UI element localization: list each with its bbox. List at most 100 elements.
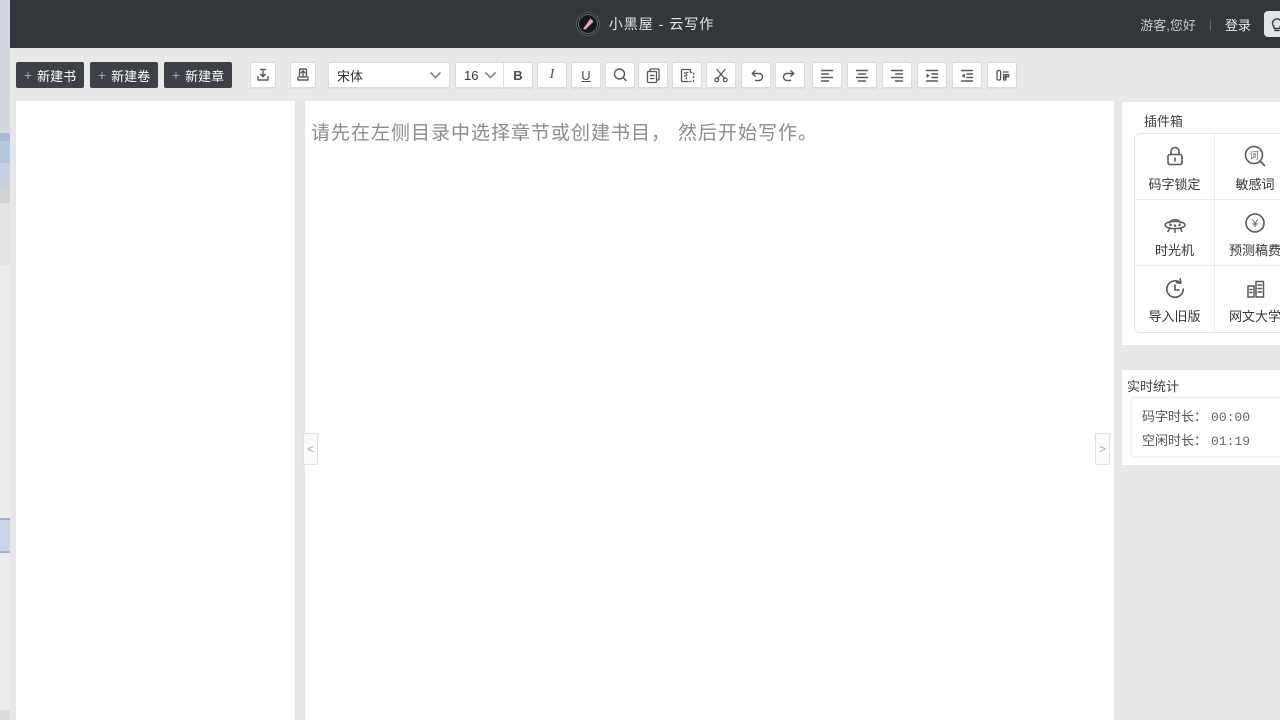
plugin-box-title: 插件箱 xyxy=(1144,111,1183,130)
sensitive-word-icon: 词 xyxy=(1240,142,1270,172)
italic-button[interactable]: I xyxy=(537,62,567,88)
outdent-icon xyxy=(958,66,976,84)
paste-icon xyxy=(678,66,696,84)
align-center-icon xyxy=(853,66,871,84)
left-edge-strip-segment xyxy=(0,163,10,188)
chevron-left-icon: < xyxy=(307,442,314,456)
new-chapter-label: 新建章 xyxy=(185,66,224,85)
align-left-icon xyxy=(818,66,836,84)
copy-button[interactable] xyxy=(638,62,668,88)
plugin-item-import-legacy[interactable]: 导入旧版 xyxy=(1135,266,1215,332)
new-book-button[interactable]: + 新建书 xyxy=(16,62,84,88)
align-right-button[interactable] xyxy=(882,62,912,88)
plugin-item-label: 敏感词 xyxy=(1235,174,1274,193)
align-center-button[interactable] xyxy=(847,62,877,88)
sidebar-collapse-handle[interactable]: < xyxy=(303,433,318,465)
outdent-button[interactable] xyxy=(952,62,982,88)
pen-logo-icon xyxy=(577,13,599,35)
new-volume-button[interactable]: + 新建卷 xyxy=(90,62,158,88)
plugin-box-panel: 插件箱 码字锁定 词 敏感词 xyxy=(1122,102,1280,345)
left-edge-strip-segment xyxy=(0,203,10,265)
plugin-item-sensitive-words[interactable]: 词 敏感词 xyxy=(1215,134,1280,200)
left-edge-strip-segment xyxy=(0,0,10,133)
editor-placeholder: 请先在左侧目录中选择章节或创建书目， 然后开始写作。 xyxy=(311,118,818,145)
import-backup-button[interactable] xyxy=(250,62,276,88)
plugin-collapse-handle[interactable]: > xyxy=(1095,433,1110,465)
font-family-select[interactable]: 宋体 xyxy=(328,62,450,88)
font-size-select[interactable]: 16 xyxy=(455,62,505,88)
redo-icon xyxy=(781,66,799,84)
guest-greeting: 游客,您好 xyxy=(1140,15,1196,34)
paste-button[interactable] xyxy=(672,62,702,88)
left-edge-strip xyxy=(0,0,10,720)
app-title: 小黑屋 - 云写作 xyxy=(609,14,714,34)
new-chapter-button[interactable]: + 新建章 xyxy=(164,62,232,88)
new-book-label: 新建书 xyxy=(37,66,76,85)
plus-icon: + xyxy=(172,68,180,82)
redo-button[interactable] xyxy=(775,62,805,88)
export-backup-button[interactable] xyxy=(290,62,316,88)
idle-duration-label: 空闲时长： xyxy=(1142,429,1207,452)
idle-duration-row: 空闲时长： 01:19 xyxy=(1142,429,1280,453)
plus-icon: + xyxy=(24,68,32,82)
typing-duration-row: 码字时长： 00:00 xyxy=(1142,405,1280,429)
header-separator: | xyxy=(1209,17,1212,31)
typeset-layout-icon xyxy=(993,66,1011,84)
undo-icon xyxy=(747,66,765,84)
plugin-item-label: 网文大学 xyxy=(1229,306,1280,325)
left-edge-strip-segment xyxy=(0,518,10,553)
stats-panel: 实时统计 码字时长： 00:00 空闲时长： 01:19 xyxy=(1122,370,1280,465)
indent-button[interactable] xyxy=(917,62,947,88)
left-edge-strip-segment xyxy=(0,710,10,720)
underline-label: U xyxy=(581,68,590,83)
yen-glyph: ¥ xyxy=(1251,218,1259,230)
chevron-right-icon: > xyxy=(1099,442,1106,456)
app-logo xyxy=(576,12,600,36)
idle-duration-value: 01:19 xyxy=(1211,430,1250,453)
plugin-item-fee-predict[interactable]: ¥ 预测稿费 xyxy=(1215,200,1280,266)
left-edge-strip-segment xyxy=(0,141,10,163)
plus-icon: + xyxy=(98,68,106,82)
stats-title: 实时统计 xyxy=(1127,376,1179,395)
new-volume-label: 新建卷 xyxy=(111,66,150,85)
plugin-item-label: 码字锁定 xyxy=(1148,174,1200,193)
search-icon xyxy=(611,66,629,84)
bold-button[interactable]: B xyxy=(503,62,533,88)
font-size-value: 16 xyxy=(464,68,478,83)
scissors-icon xyxy=(712,66,730,84)
editor-surface[interactable]: 请先在左侧目录中选择章节或创建书目， 然后开始写作。 xyxy=(305,101,1114,720)
app-header: 小黑屋 - 云写作 游客,您好 | 登录 xyxy=(10,0,1280,48)
download-icon xyxy=(254,66,272,84)
chevron-down-icon xyxy=(430,72,441,79)
plugin-item-label: 预测稿费 xyxy=(1229,240,1280,259)
bold-label: B xyxy=(513,68,522,83)
undo-button[interactable] xyxy=(741,62,771,88)
chevron-down-icon xyxy=(485,72,496,79)
lock-icon xyxy=(1160,142,1190,172)
stats-card: 码字时长： 00:00 空闲时长： 01:19 xyxy=(1131,397,1280,457)
catalog-sidebar xyxy=(16,101,295,720)
plugin-item-word-lock[interactable]: 码字锁定 xyxy=(1135,134,1215,200)
search-button[interactable] xyxy=(605,62,635,88)
header-action-button[interactable] xyxy=(1264,11,1280,37)
align-left-button[interactable] xyxy=(812,62,842,88)
word-glyph: 词 xyxy=(1249,151,1258,161)
history-icon xyxy=(1160,274,1190,304)
indent-icon xyxy=(923,66,941,84)
ufo-icon xyxy=(1160,208,1190,238)
bulb-icon xyxy=(1269,16,1280,32)
upload-icon xyxy=(294,66,312,84)
header-right-group: 游客,您好 | 登录 xyxy=(1140,0,1280,48)
underline-button[interactable]: U xyxy=(571,62,601,88)
cut-button[interactable] xyxy=(706,62,736,88)
left-edge-strip-segment xyxy=(0,188,10,203)
plugin-item-time-machine[interactable]: 时光机 xyxy=(1135,200,1215,266)
plugin-item-label: 导入旧版 xyxy=(1148,306,1200,325)
plugin-item-webnovel-college[interactable]: 网文大学 xyxy=(1215,266,1280,332)
editor-toolbar: + 新建书 + 新建卷 + 新建章 宋体 16 xyxy=(10,48,1280,101)
login-link[interactable]: 登录 xyxy=(1225,15,1251,34)
typeset-button[interactable] xyxy=(987,62,1017,88)
font-family-value: 宋体 xyxy=(337,66,363,85)
plugin-grid: 码字锁定 词 敏感词 时光机 xyxy=(1134,133,1280,333)
yen-icon: ¥ xyxy=(1240,208,1270,238)
